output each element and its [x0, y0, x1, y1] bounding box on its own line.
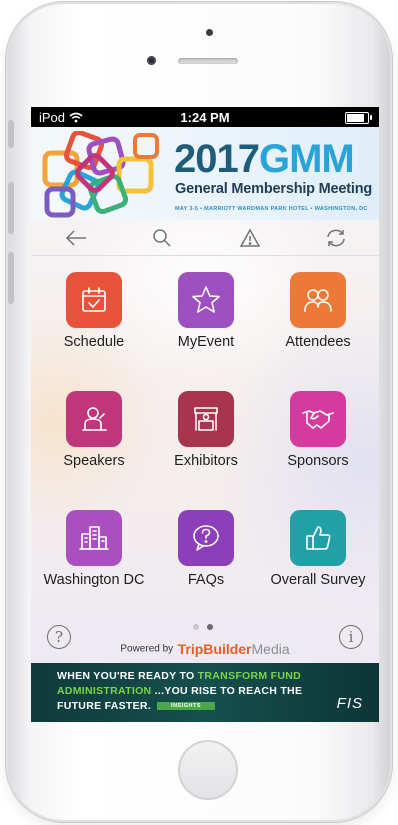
- back-button[interactable]: [63, 226, 89, 250]
- event-year: 2017: [174, 137, 260, 181]
- search-button[interactable]: [149, 226, 175, 250]
- tile-speakers[interactable]: Speakers: [39, 391, 149, 491]
- volume-up-button: [8, 182, 14, 234]
- mute-switch: [8, 120, 14, 148]
- tile-overall-survey-icon-bg: [290, 510, 346, 566]
- page-dot-2[interactable]: [207, 624, 213, 630]
- city-icon: [79, 526, 109, 550]
- speaker-podium-icon: [82, 407, 107, 431]
- calendar-check-icon: [82, 287, 106, 312]
- event-acronym: GMM: [258, 137, 355, 181]
- tile-myevent-label: MyEvent: [177, 334, 235, 350]
- tile-schedule[interactable]: Schedule: [39, 272, 149, 372]
- ad-line-2: ADMINISTRATION ...YOU RISE TO REACH THE: [57, 685, 302, 697]
- event-dates-location: MAY 3-5 • MARRIOTT WARDMAN PARK HOTEL • …: [175, 206, 368, 212]
- tile-washington-dc[interactable]: Washington DC: [39, 510, 149, 610]
- tile-overall-survey-label: Overall Survey: [270, 572, 366, 588]
- ad-line-2-highlight: ADMINISTRATION: [57, 685, 152, 697]
- battery-icon: [345, 112, 372, 124]
- tile-attendees-label: Attendees: [285, 334, 351, 350]
- tile-sponsors-label: Sponsors: [287, 453, 349, 469]
- event-logo-graphic: [42, 131, 159, 218]
- tile-exhibitors-label: Exhibitors: [174, 453, 238, 469]
- powered-by: Powered by TripBuilderMedia: [31, 640, 379, 658]
- booth-icon: [194, 407, 218, 431]
- tile-speakers-label: Speakers: [63, 453, 125, 469]
- refresh-button[interactable]: [323, 226, 349, 250]
- tile-myevent[interactable]: MyEvent: [151, 272, 261, 372]
- volume-down-button: [8, 252, 14, 304]
- tile-exhibitors-icon-bg: [178, 391, 234, 447]
- tile-sponsors-icon-bg: [290, 391, 346, 447]
- tripbuilder-logo-part2: Media: [251, 640, 290, 657]
- tile-schedule-icon-bg: [66, 272, 122, 328]
- tile-washington-dc-label: Washington DC: [43, 572, 145, 588]
- search-icon: [153, 229, 171, 247]
- ad-line-1: WHEN YOU'RE READY TO TRANSFORM FUND: [57, 670, 301, 682]
- tripbuilder-logo-part1: TripBuilder: [177, 640, 252, 657]
- question-bubble-icon: [193, 525, 219, 551]
- ad-line-1-pre: WHEN YOU'RE READY TO: [57, 670, 198, 682]
- page-dot-1[interactable]: [193, 624, 199, 630]
- tile-speakers-icon-bg: [66, 391, 122, 447]
- tile-myevent-icon-bg: [178, 272, 234, 328]
- people-icon: [304, 289, 332, 312]
- ad-line-3-text: FUTURE FASTER.: [57, 700, 152, 712]
- home-button[interactable]: [178, 740, 238, 800]
- event-title: 2017GMM: [174, 137, 355, 181]
- event-subtitle: General Membership Meeting: [175, 181, 373, 197]
- ad-line-2-post: ...YOU RISE TO REACH THE: [151, 685, 303, 697]
- ad-line-1-highlight: TRANSFORM FUND: [197, 670, 302, 682]
- handshake-icon: [302, 410, 334, 429]
- ad-insights-badge: INSIGHTS: [157, 702, 216, 711]
- star-icon: [192, 286, 220, 313]
- advertisement-banner[interactable]: WHEN YOU'RE READY TO TRANSFORM FUND ADMI…: [31, 663, 379, 722]
- front-camera: [206, 29, 213, 36]
- tile-attendees[interactable]: Attendees: [263, 272, 373, 372]
- tile-faqs[interactable]: FAQs: [151, 510, 261, 610]
- tile-washington-dc-icon-bg: [66, 510, 122, 566]
- app-content: Schedule MyEvent Attendees Speakers Exhi…: [31, 220, 379, 663]
- phone-screen: iPod 1:24 PM 2017GMM General Membership …: [31, 107, 379, 722]
- tile-sponsors[interactable]: Sponsors: [263, 391, 373, 491]
- page-indicator[interactable]: [193, 624, 213, 630]
- tile-overall-survey[interactable]: Overall Survey: [263, 510, 373, 610]
- refresh-icon: [327, 229, 345, 247]
- tile-attendees-icon-bg: [290, 272, 346, 328]
- status-bar: iPod 1:24 PM: [31, 107, 379, 127]
- nav-toolbar: [31, 220, 379, 256]
- ad-line-3: FUTURE FASTER. INSIGHTS: [57, 700, 216, 712]
- warning-triangle-icon: [239, 228, 261, 247]
- tile-schedule-label: Schedule: [63, 334, 125, 350]
- fis-logo: FIS: [336, 695, 363, 712]
- arrow-left-icon: [65, 230, 86, 246]
- tile-faqs-label: FAQs: [187, 572, 225, 588]
- proximity-sensor: [147, 56, 156, 65]
- tile-exhibitors[interactable]: Exhibitors: [151, 391, 261, 491]
- powered-by-label: Powered by: [120, 643, 174, 655]
- status-time: 1:24 PM: [180, 110, 230, 125]
- tile-faqs-icon-bg: [178, 510, 234, 566]
- alerts-button[interactable]: [237, 226, 263, 250]
- event-banner: 2017GMM General Membership Meeting MAY 3…: [31, 127, 379, 220]
- thumbs-up-icon: [306, 526, 331, 550]
- earpiece-speaker: [178, 58, 238, 64]
